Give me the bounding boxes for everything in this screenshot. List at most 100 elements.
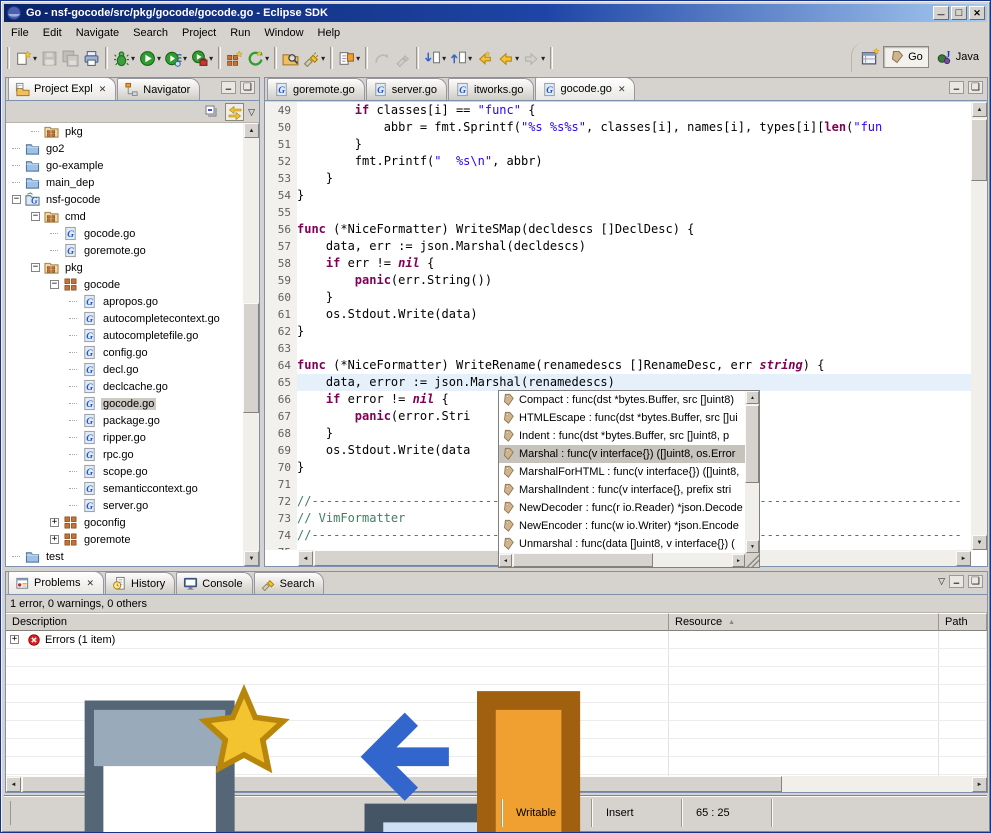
editor-minimize-button[interactable] [949, 81, 964, 94]
scrollbar-thumb[interactable] [971, 119, 987, 181]
run-dropdown-icon[interactable] [157, 54, 161, 63]
column-header-resource[interactable]: Resource [669, 613, 939, 631]
collapse-icon[interactable] [12, 195, 21, 204]
popup-resize-grip[interactable] [745, 553, 759, 567]
close-tab-icon[interactable] [86, 578, 94, 589]
problems-row[interactable]: Errors (1 item) [6, 631, 987, 649]
column-header-path[interactable]: Path [939, 613, 987, 631]
completion-indent[interactable]: Indent : func(dst *bytes.Buffer, src []u… [499, 427, 745, 445]
save-all-button[interactable] [60, 46, 81, 70]
go-build-dropdown-icon[interactable] [265, 54, 269, 63]
minimize-button[interactable] [933, 6, 949, 20]
prev-annotation-dropdown-icon[interactable] [468, 54, 472, 63]
scroll-up-icon[interactable] [244, 123, 259, 138]
popup-horizontal-scrollbar[interactable] [499, 553, 745, 567]
completion-newencoder[interactable]: NewEncoder : func(w io.Writer) *json.Enc… [499, 517, 745, 535]
tree-item-gocode-go[interactable]: Ggocode.go [6, 225, 243, 242]
tree-item-goremote-go[interactable]: Ggoremote.go [6, 242, 243, 259]
completion-newdecoder[interactable]: NewDecoder : func(r io.Reader) *json.Dec… [499, 499, 745, 517]
tree-item-main-dep[interactable]: main_dep [6, 174, 243, 191]
completion-unmarshal[interactable]: Unmarshal : func(data []uint8, v interfa… [499, 535, 745, 553]
scroll-left-icon[interactable] [499, 554, 512, 567]
debug-dropdown-icon[interactable] [131, 54, 135, 63]
tree-item-scope-go[interactable]: Gscope.go [6, 463, 243, 480]
collapse-all-button[interactable] [202, 103, 221, 121]
scrollbar-thumb[interactable] [745, 405, 759, 483]
tree-item-pkg[interactable]: pkg [6, 259, 243, 276]
tree-item-go-example[interactable]: go-example [6, 157, 243, 174]
completion-marshalindent[interactable]: MarshalIndent : func(v interface{}, pref… [499, 481, 745, 499]
tree-item-decl-go[interactable]: Gdecl.go [6, 361, 243, 378]
run-button[interactable] [137, 46, 163, 70]
editor-tab-goremote-go[interactable]: Ggoremote.go [267, 78, 365, 100]
annotation-dropdown-icon[interactable] [356, 54, 360, 63]
scroll-down-icon[interactable] [972, 535, 987, 550]
perspective-go[interactable]: Go [883, 46, 929, 68]
tree-item-server-go[interactable]: Gserver.go [6, 497, 243, 514]
save-button[interactable] [39, 46, 60, 70]
problems-minimize-button[interactable] [949, 575, 964, 588]
explorer-maximize-button[interactable] [240, 81, 255, 94]
close-tab-icon[interactable] [99, 84, 107, 95]
completion-compact[interactable]: Compact : func(dst *bytes.Buffer, src []… [499, 391, 745, 409]
editor-maximize-button[interactable] [968, 81, 983, 94]
run-config-button[interactable] [163, 46, 189, 70]
collapse-icon[interactable] [31, 263, 40, 272]
tree-item-autocompletefile-go[interactable]: Gautocompletefile.go [6, 327, 243, 344]
problems-tab-history[interactable]: History [105, 572, 175, 594]
debug-button[interactable] [111, 46, 137, 70]
tree-item-goconfig[interactable]: goconfig [6, 514, 243, 531]
popup-vertical-scrollbar[interactable] [745, 391, 759, 553]
editor-vertical-scrollbar[interactable] [971, 102, 987, 550]
problems-maximize-button[interactable] [968, 575, 983, 588]
scroll-right-icon[interactable] [732, 554, 745, 567]
last-edit-button[interactable] [371, 46, 392, 70]
tree-item-rpc-go[interactable]: Grpc.go [6, 446, 243, 463]
explorer-tab-project-expl[interactable]: Project Expl [8, 77, 116, 100]
problems-tab-problems[interactable]: Problems [8, 571, 104, 594]
scroll-left-icon[interactable] [298, 551, 313, 566]
scroll-right-icon[interactable] [956, 551, 971, 566]
column-header-description[interactable]: Description [6, 613, 669, 631]
new-wizard-dropdown-icon[interactable] [33, 54, 37, 63]
tree-item-pkg[interactable]: pkg [6, 123, 243, 140]
scrollbar-thumb[interactable] [513, 553, 653, 567]
scroll-down-icon[interactable] [244, 551, 259, 566]
next-annotation-button[interactable] [422, 46, 448, 70]
explorer-tab-navigator[interactable]: Navigator [117, 78, 200, 100]
tree-item-apropos-go[interactable]: Gapropos.go [6, 293, 243, 310]
new-go-package-button[interactable] [224, 46, 245, 70]
collapse-icon[interactable] [31, 212, 40, 221]
maximize-button[interactable] [951, 6, 967, 20]
menu-edit[interactable]: Edit [36, 25, 69, 41]
run-config-dropdown-icon[interactable] [183, 54, 187, 63]
prev-annotation-button[interactable] [448, 46, 474, 70]
open-resource-button[interactable] [280, 46, 301, 70]
menu-project[interactable]: Project [175, 25, 223, 41]
scroll-up-icon[interactable] [746, 391, 759, 404]
problems-tab-console[interactable]: Console [176, 572, 252, 594]
close-tab-icon[interactable] [618, 84, 626, 95]
tree-item-goremote[interactable]: goremote [6, 531, 243, 548]
scroll-up-icon[interactable] [972, 102, 987, 117]
scrollbar-thumb[interactable] [243, 303, 259, 413]
open-perspective-button[interactable] [860, 47, 880, 67]
go-build-button[interactable] [245, 46, 271, 70]
tree-item-gocode-go[interactable]: Ggocode.go [6, 395, 243, 412]
tree-item-go2[interactable]: go2 [6, 140, 243, 157]
tree-item-semanticcontext-go[interactable]: Gsemanticcontext.go [6, 480, 243, 497]
editor-tab-gocode-go[interactable]: Ggocode.go [535, 77, 636, 100]
completion-htmlescape[interactable]: HTMLEscape : func(dst *bytes.Buffer, src… [499, 409, 745, 427]
back-button[interactable] [495, 46, 521, 70]
menu-navigate[interactable]: Navigate [69, 25, 126, 41]
expand-icon[interactable] [10, 635, 19, 644]
tree-item-nsf-gocode[interactable]: Gnsf-gocode [6, 191, 243, 208]
next-annotation-dropdown-icon[interactable] [442, 54, 446, 63]
link-editor-button[interactable] [225, 103, 244, 121]
back-star-button[interactable] [474, 46, 495, 70]
scroll-right-icon[interactable] [972, 777, 987, 792]
expand-icon[interactable] [50, 518, 59, 527]
annotation-button[interactable] [336, 46, 362, 70]
tree-item-package-go[interactable]: Gpackage.go [6, 412, 243, 429]
perspective-java[interactable]: JJava [932, 47, 984, 67]
